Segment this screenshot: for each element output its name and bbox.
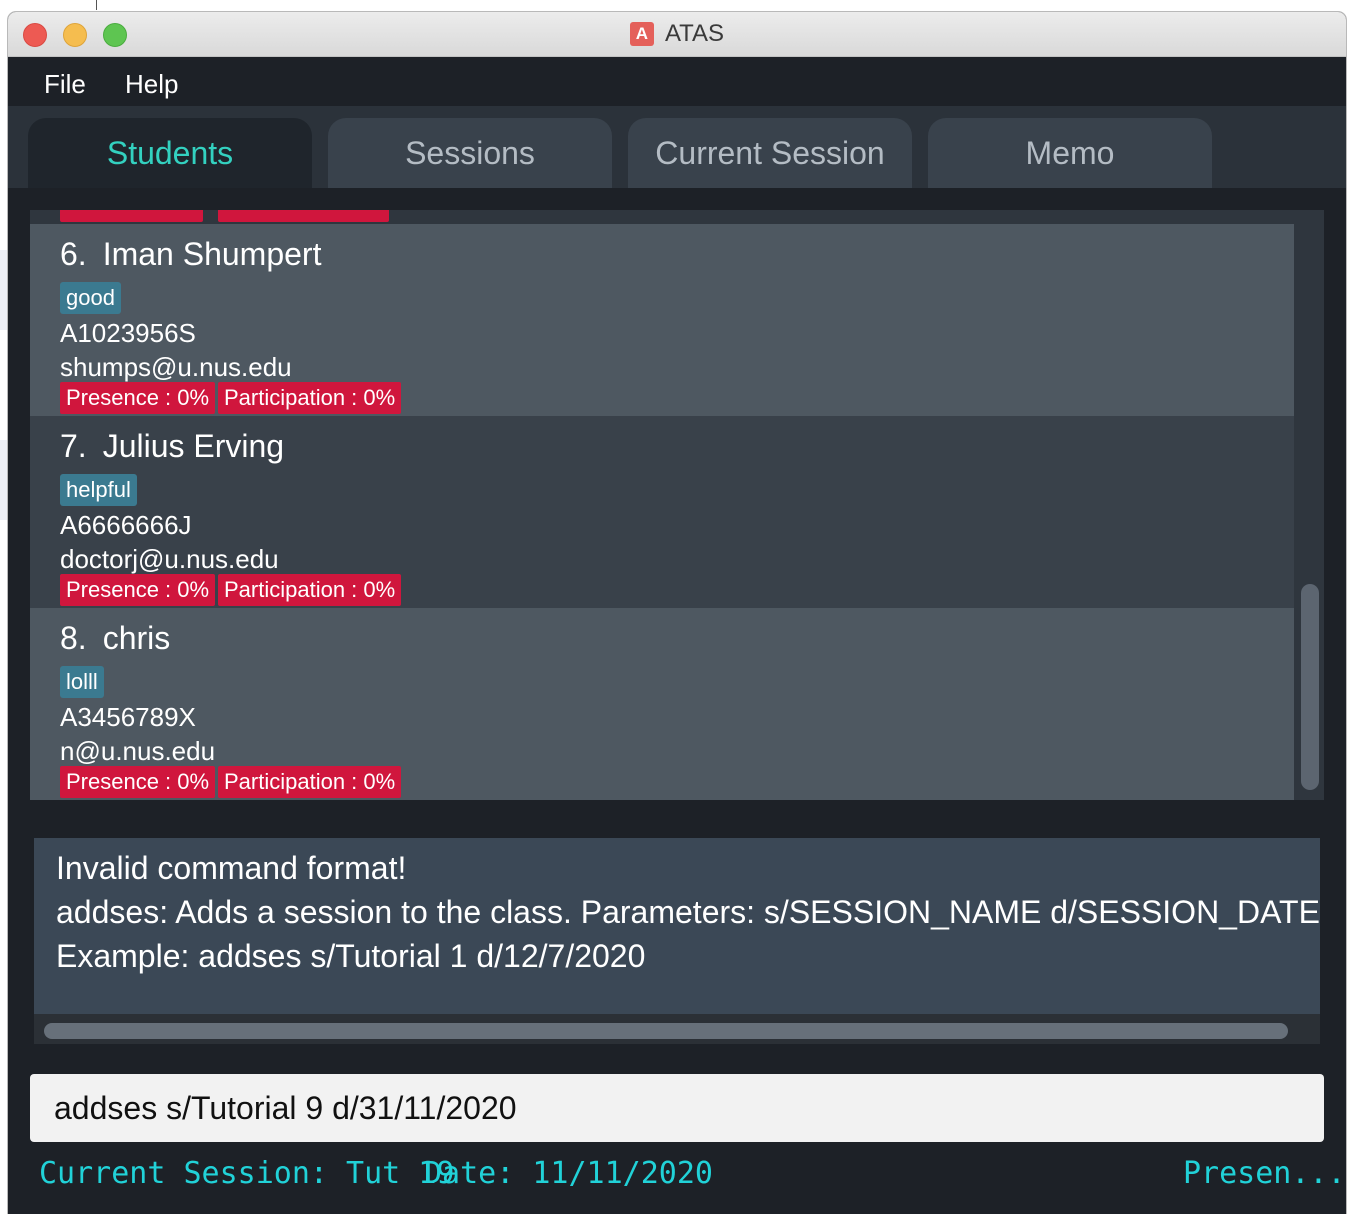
student-tag: good xyxy=(60,282,121,314)
result-line-3: Example: addses s/Tutorial 1 d/12/7/2020 xyxy=(56,938,646,974)
tab-sessions[interactable]: Sessions xyxy=(328,118,612,188)
tab-students[interactable]: Students xyxy=(28,118,312,188)
status-presence: Presen... xyxy=(1183,1156,1346,1191)
student-name: 6. Iman Shumpert xyxy=(60,236,321,273)
presence-badge: Presence : 0% xyxy=(60,382,216,414)
title-group: A ATAS xyxy=(8,12,1346,56)
student-matric: A3456789X xyxy=(60,702,196,732)
list-scrollbar[interactable] xyxy=(1296,210,1324,800)
student-index: 7. xyxy=(60,428,87,464)
student-name: 7. Julius Erving xyxy=(60,428,284,465)
menu-bar: File Help xyxy=(8,57,1346,106)
previous-card-presence-badge xyxy=(60,210,203,222)
student-card[interactable]: 8. chris lolll A3456789X n@u.nus.edu Pres… xyxy=(30,608,1294,800)
student-list[interactable]: 6. Iman Shumpert good A1023956S shumps@u.… xyxy=(30,210,1324,800)
participation-badge: Participation : 0% xyxy=(218,382,402,414)
presence-badge: Presence : 0% xyxy=(60,574,216,606)
command-input[interactable]: addses s/Tutorial 9 d/31/11/2020 xyxy=(30,1074,1324,1142)
status-current-session: Current Session: Tut 19 xyxy=(39,1156,455,1191)
student-email: n@u.nus.edu xyxy=(60,736,216,766)
student-tag: lolll xyxy=(60,666,104,698)
menu-help[interactable]: Help xyxy=(125,69,178,100)
student-matric: A1023956S xyxy=(60,318,196,348)
student-name-text: Julius Erving xyxy=(102,428,285,464)
student-name: 8. chris xyxy=(60,620,170,657)
student-index: 8. xyxy=(60,620,87,656)
student-tag: helpful xyxy=(60,474,137,506)
desktop-strip xyxy=(0,440,8,520)
result-scrollbar-thumb[interactable] xyxy=(44,1023,1288,1039)
student-email: doctorj@u.nus.edu xyxy=(60,544,279,574)
status-date: Date: 11/11/2020 xyxy=(424,1156,713,1191)
title-bar: A ATAS xyxy=(8,12,1346,57)
list-scrollbar-thumb[interactable] xyxy=(1301,584,1319,790)
result-display: Invalid command format! addses: Adds a s… xyxy=(34,838,1320,1044)
desktop-line xyxy=(96,0,97,10)
student-name-text: chris xyxy=(102,620,171,656)
result-line-1: Invalid command format! xyxy=(56,850,407,886)
window-title: ATAS xyxy=(664,20,725,47)
student-card[interactable]: 6. Iman Shumpert good A1023956S shumps@u.… xyxy=(30,224,1294,416)
previous-card-participation-badge xyxy=(218,210,389,222)
presence-badge: Presence : 0% xyxy=(60,766,216,798)
app-window: A ATAS File Help Students Sessions Curre… xyxy=(8,12,1346,1214)
menu-file[interactable]: File xyxy=(44,69,86,100)
result-horizontal-scrollbar[interactable] xyxy=(34,1014,1320,1044)
result-line-2: addses: Adds a session to the class. Par… xyxy=(56,894,1320,930)
student-email: shumps@u.nus.edu xyxy=(60,352,292,382)
participation-badge: Participation : 0% xyxy=(218,766,402,798)
participation-badge: Participation : 0% xyxy=(218,574,402,606)
student-card[interactable]: 7. Julius Erving helpful A6666666J doctor… xyxy=(30,416,1294,608)
app-icon: A xyxy=(629,22,654,46)
tab-bar: Students Sessions Current Session Memo xyxy=(8,106,1346,188)
desktop-strip xyxy=(0,250,8,330)
student-name-text: Iman Shumpert xyxy=(102,236,322,272)
student-index: 6. xyxy=(60,236,87,272)
tab-memo[interactable]: Memo xyxy=(928,118,1212,188)
tab-current-session[interactable]: Current Session xyxy=(628,118,912,188)
student-matric: A6666666J xyxy=(60,510,192,540)
